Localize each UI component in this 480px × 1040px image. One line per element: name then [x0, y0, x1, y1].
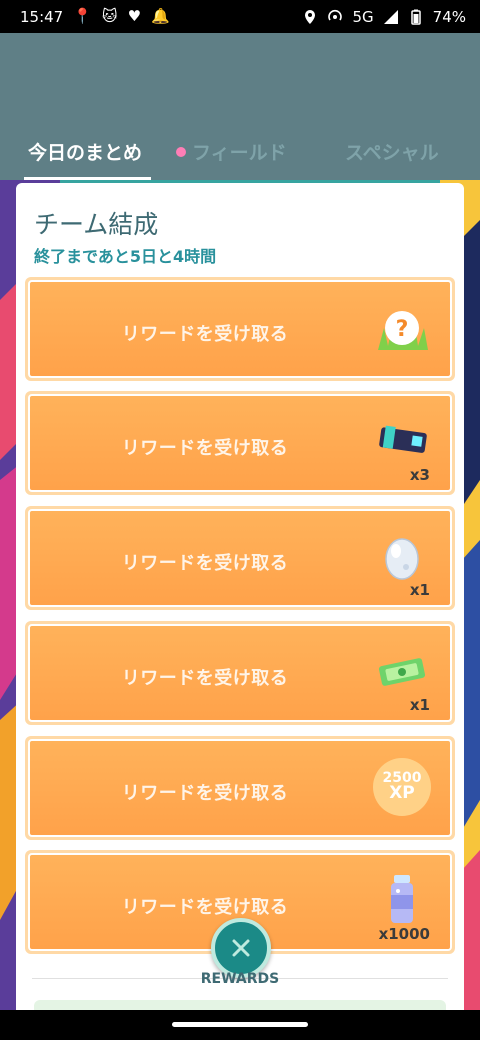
home-handle[interactable]	[172, 1022, 308, 1027]
reward-label: リワードを受け取る	[121, 897, 289, 918]
tab-today-label: 今日のまとめ	[28, 142, 143, 164]
hotspot-icon	[328, 9, 343, 20]
tab-bar: 今日のまとめ フィールド スペシャル	[0, 130, 480, 180]
reward-item[interactable]: リワードを受け取る 2500 XP	[25, 736, 455, 840]
xp-icon: 2500 XP	[372, 757, 432, 817]
battery-icon	[410, 9, 421, 25]
signal-icon	[383, 9, 398, 24]
network-type: 5G	[352, 7, 374, 26]
bell-icon: 🔔	[151, 7, 170, 25]
status-time: 15:47	[20, 7, 64, 26]
reward-label: リワードを受け取る	[121, 553, 289, 574]
raid-pass-icon	[379, 425, 427, 453]
cat-icon: 🐱	[101, 7, 118, 25]
header: 今日のまとめ フィールド スペシャル	[0, 33, 480, 180]
svg-text:?: ?	[396, 317, 409, 342]
reward-item[interactable]: リワードを受け取る x1	[25, 621, 455, 725]
reward-item[interactable]: リワードを受け取る x3	[25, 391, 455, 495]
mystery-encounter-icon: ?	[378, 311, 428, 350]
xp-badge: 2500 XP	[373, 758, 431, 816]
card-title: チーム結成	[34, 210, 159, 239]
heart-icon: ♥	[127, 7, 142, 25]
reward-label: リワードを受け取る	[121, 438, 289, 459]
stardust-spray-icon	[391, 875, 413, 923]
status-bar: 15:47 📍 🐱 ♥ 🔔 5G 74%	[0, 0, 480, 33]
reward-label: リワードを受け取る	[121, 783, 289, 804]
reward-item[interactable]: リワードを受け取る x1	[25, 506, 455, 610]
reward-label: リワードを受け取る	[121, 668, 289, 689]
reward-count: x3	[409, 466, 430, 484]
close-icon	[232, 939, 250, 957]
tab-field[interactable]: フィールド	[176, 138, 287, 165]
notification-dot	[176, 146, 186, 157]
ticket-icon	[378, 658, 426, 686]
tab-field-label: フィールド	[192, 142, 287, 164]
tab-today[interactable]: 今日のまとめ	[28, 138, 142, 165]
battery-level: 74%	[432, 7, 466, 26]
card-subtitle: 終了まであと5日と4時間	[34, 247, 217, 266]
location-icon	[305, 9, 316, 24]
reward-item[interactable]: リワードを受け取る ?	[25, 277, 455, 381]
reward-count: x1000	[378, 925, 430, 943]
tab-special[interactable]: スペシャル	[345, 138, 439, 165]
xp-unit: XP	[389, 783, 415, 804]
close-button[interactable]	[211, 918, 271, 978]
egg-icon	[385, 538, 419, 580]
research-card: チーム結成 終了まであと5日と4時間 リワードを受け取る ? リワードを受け取る…	[16, 183, 464, 1013]
reward-label: リワードを受け取る	[121, 324, 289, 345]
location-pin-icon: 📍	[73, 7, 92, 25]
tab-special-label: スペシャル	[345, 142, 439, 164]
rewards-label: REWARDS	[200, 971, 280, 987]
reward-count: x1	[409, 696, 430, 714]
reward-count: x1	[409, 581, 430, 599]
navigation-bar	[0, 1010, 480, 1040]
